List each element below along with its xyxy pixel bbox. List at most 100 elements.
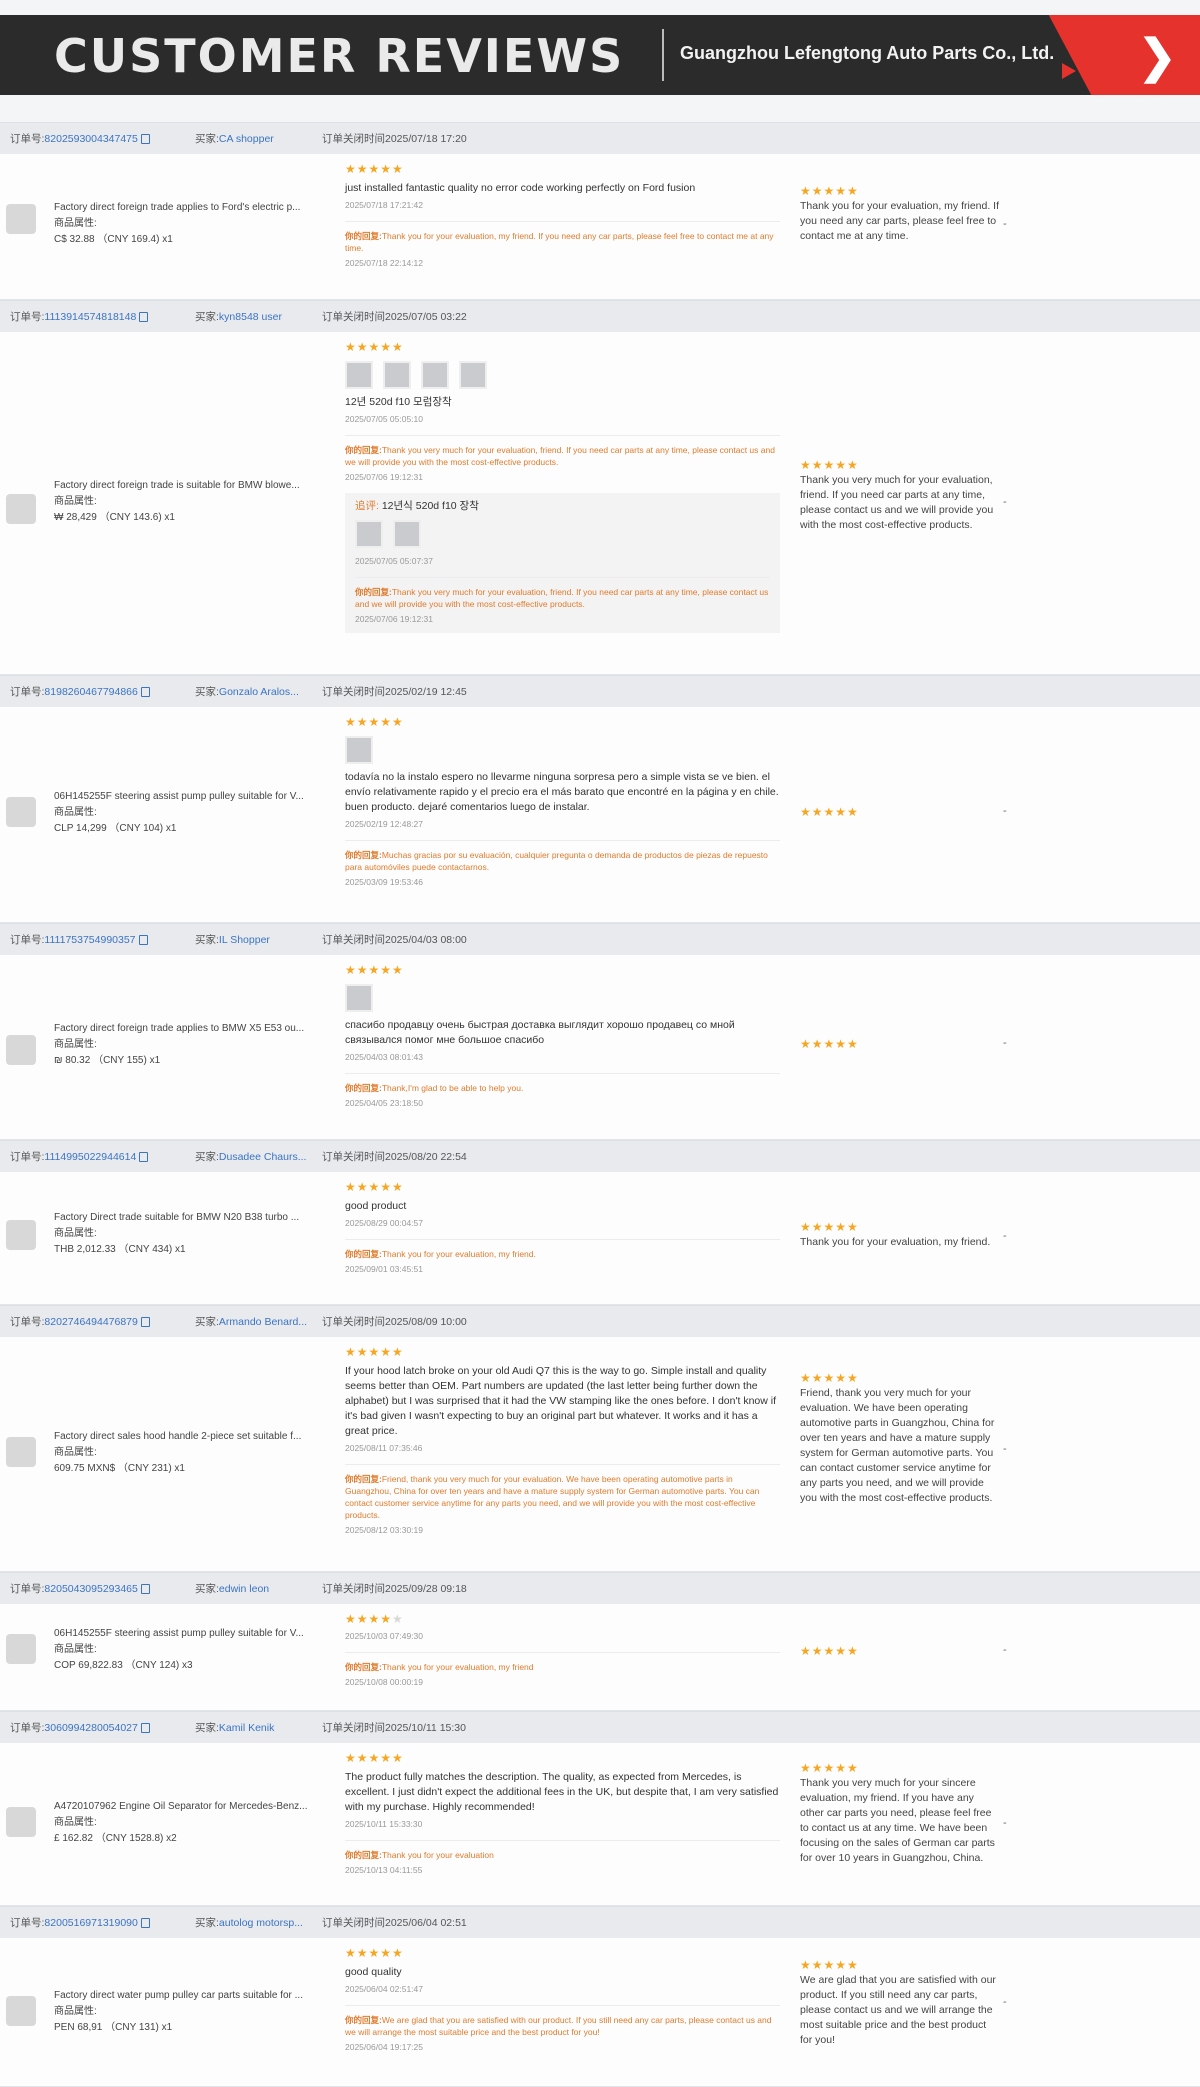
product-thumbnail[interactable]	[6, 1996, 36, 2026]
buyer-link[interactable]: CA shopper	[219, 133, 274, 145]
product-thumbnail[interactable]	[6, 494, 36, 524]
copy-icon[interactable]	[140, 1316, 150, 1327]
buyer-link[interactable]: Kamil Kenik	[219, 1722, 274, 1734]
buyer-link[interactable]: Armando Benard...	[219, 1316, 307, 1328]
product-price: CLP 14,299 （CNY 104) x1	[54, 823, 177, 834]
buyer-label: 买家:	[195, 1151, 219, 1163]
review-text: good quality	[345, 1966, 402, 1978]
buyer-link[interactable]: IL Shopper	[219, 934, 270, 946]
order-number-link[interactable]: 8198260467794866	[44, 686, 137, 698]
product-info: Factory direct water pump pulley car par…	[54, 1988, 324, 2036]
copy-icon[interactable]	[140, 133, 150, 144]
order-number-link[interactable]: 8202593004347475	[44, 133, 137, 145]
product-info: Factory direct foreign trade applies to …	[54, 200, 324, 248]
copy-icon[interactable]	[140, 1917, 150, 1928]
product-price: £ 162.82 （CNY 1528.8) x2	[54, 1833, 177, 1844]
order-number-link[interactable]: 1111753754990357	[44, 934, 135, 946]
buyer-link[interactable]: Gonzalo Aralos...	[219, 686, 299, 698]
review-block: ★★★★★ good product 2025/08/29 00:04:57 你的回复…	[345, 1180, 780, 1277]
rating-stars: ★★★★★	[345, 715, 404, 729]
reply-text: 你的回复:Thank you for your evaluation, my f…	[345, 1239, 780, 1260]
copy-icon[interactable]	[140, 1722, 150, 1733]
product-thumbnail[interactable]	[6, 797, 36, 827]
review-image[interactable]	[393, 520, 421, 548]
banner-title: CUSTOMER REVIEWS	[54, 29, 625, 83]
seller-feedback: ★★★★★ Thank you for your evaluation, my f…	[800, 1220, 1000, 1250]
copy-icon[interactable]	[140, 1583, 150, 1594]
review-row: Factory direct foreign trade is suitable…	[0, 332, 1200, 675]
review-text: todavía no la instalo espero no llevarme…	[345, 771, 779, 813]
buyer-link[interactable]: kyn8548 user	[219, 311, 282, 323]
review-block: ★★★★★ спасибо продавцу очень быстрая дост…	[345, 963, 780, 1111]
review-image[interactable]	[421, 361, 449, 389]
product-name[interactable]: Factory direct foreign trade applies to …	[54, 200, 324, 216]
order-number-link[interactable]: 8200516971319090	[44, 1917, 137, 1929]
review-date: 2025/10/11 15:33:30	[345, 1819, 423, 1829]
rating-stars: ★★★★★	[345, 162, 404, 176]
rating-stars: ★★★★★	[345, 1751, 404, 1765]
order-number-link[interactable]: 1114995022944614	[44, 1151, 136, 1163]
product-name[interactable]: A4720107962 Engine Oil Separator for Mer…	[54, 1799, 324, 1815]
order-number-link[interactable]: 3060994280054027	[44, 1722, 137, 1734]
seller-feedback-text: Friend, thank you very much for your eva…	[800, 1387, 995, 1504]
seller-feedback-text: Thank you very much for your evaluation,…	[800, 474, 994, 531]
product-thumbnail[interactable]	[6, 1220, 36, 1250]
copy-icon[interactable]	[139, 311, 149, 322]
review-image[interactable]	[345, 984, 373, 1012]
copy-icon[interactable]	[140, 686, 150, 697]
reply-text: 你的回复:Muchas gracias por su evaluación, c…	[345, 840, 780, 873]
product-attr-label: 商品属性:	[54, 807, 97, 818]
copy-icon[interactable]	[139, 1151, 149, 1162]
product-thumbnail[interactable]	[6, 1634, 36, 1664]
review-text: спасибо продавцу очень быстрая доставка …	[345, 1019, 735, 1046]
seller-rating-stars: ★★★★★	[800, 1037, 859, 1051]
review-row: Factory direct sales hood handle 2-piece…	[0, 1337, 1200, 1572]
product-price: ₩ 28,429 （CNY 143.6) x1	[54, 512, 175, 523]
product-price: PEN 68,91 （CNY 131) x1	[54, 2022, 173, 2033]
product-name[interactable]: 06H145255F steering assist pump pulley s…	[54, 789, 324, 805]
seller-feedback: ★★★★★ Thank you very much for your evalua…	[800, 458, 1000, 533]
reply-label: 你的回复:	[345, 1249, 382, 1259]
reply-label: 你的回复:	[345, 1662, 382, 1672]
review-image[interactable]	[459, 361, 487, 389]
reply-label: 你的回复:	[345, 1850, 382, 1860]
buyer-label: 买家:	[195, 686, 219, 698]
product-name[interactable]: Factory direct water pump pulley car par…	[54, 1988, 324, 2004]
review-image[interactable]	[383, 361, 411, 389]
review-block: ★★★★★ good quality 2025/06/04 02:51:47 你的回复…	[345, 1946, 780, 2055]
review-row: Factory Direct trade suitable for BMW N2…	[0, 1172, 1200, 1305]
product-name[interactable]: Factory Direct trade suitable for BMW N2…	[54, 1210, 324, 1226]
followup-block: 追评: 12년식 520d f10 장착 2025/07/05 05:07:37 你…	[345, 493, 780, 633]
closed-label: 订单关闭时间	[322, 934, 385, 946]
order-number-link[interactable]: 8205043095293465	[44, 1583, 137, 1595]
review-image[interactable]	[355, 520, 383, 548]
product-name[interactable]: Factory direct sales hood handle 2-piece…	[54, 1429, 324, 1445]
review-image[interactable]	[345, 736, 373, 764]
reply-date: 2025/07/18 22:14:12	[345, 258, 423, 268]
followup-reply-date: 2025/07/06 19:12:31	[355, 614, 433, 624]
order-number-link[interactable]: 8202746494476879	[44, 1316, 137, 1328]
product-thumbnail[interactable]	[6, 1807, 36, 1837]
seller-rating-stars: ★★★★★	[800, 805, 859, 819]
review-row: Factory direct foreign trade applies to …	[0, 154, 1200, 300]
buyer-link[interactable]: edwin leon	[219, 1583, 269, 1595]
reply-date: 2025/06/04 19:17:25	[345, 2042, 423, 2052]
product-thumbnail[interactable]	[6, 204, 36, 234]
followup-images	[355, 520, 770, 548]
reply-date: 2025/08/12 03:30:19	[345, 1525, 423, 1535]
review-image[interactable]	[345, 361, 373, 389]
product-name[interactable]: Factory direct foreign trade applies to …	[54, 1021, 324, 1037]
buyer-link[interactable]: autolog motorsp...	[219, 1917, 303, 1929]
product-thumbnail[interactable]	[6, 1035, 36, 1065]
product-thumbnail[interactable]	[6, 1437, 36, 1467]
reply-text: 你的回复:Friend, thank you very much for you…	[345, 1464, 780, 1521]
review-images	[345, 736, 780, 764]
buyer-link[interactable]: Dusadee Chaurs...	[219, 1151, 307, 1163]
copy-icon[interactable]	[138, 934, 148, 945]
product-name[interactable]: Factory direct foreign trade is suitable…	[54, 478, 324, 494]
product-attr-label: 商品属性:	[54, 496, 97, 507]
order-number-link[interactable]: 1113914574818148	[44, 311, 136, 323]
buyer-label: 买家:	[195, 1917, 219, 1929]
product-name[interactable]: 06H145255F steering assist pump pulley s…	[54, 1626, 324, 1642]
rating-stars: ★★★★★	[345, 963, 404, 977]
